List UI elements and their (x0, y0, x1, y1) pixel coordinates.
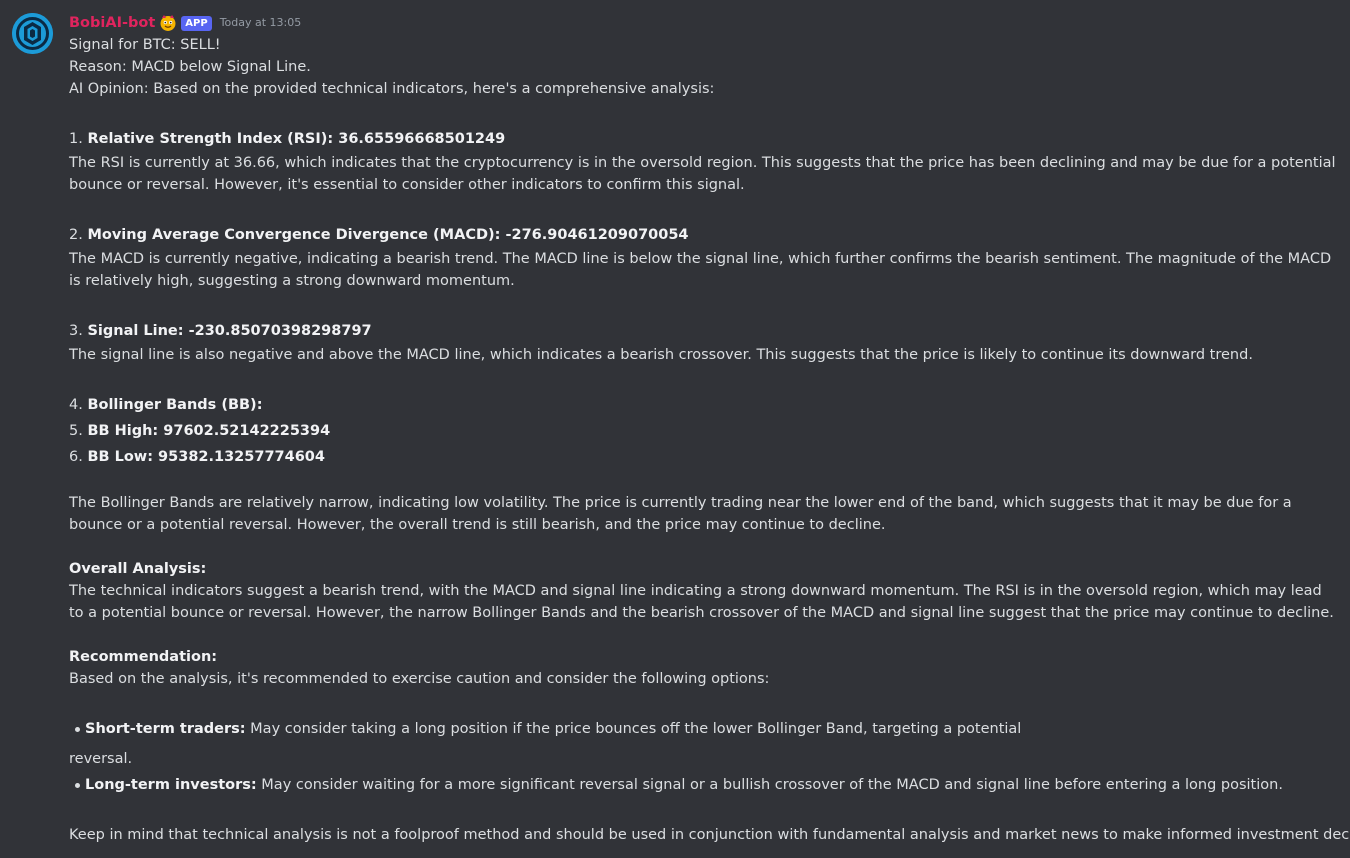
bot-avatar-icon[interactable] (12, 13, 53, 54)
reason-line: Reason: MACD below Signal Line. (69, 59, 311, 75)
signal-title: Signal Line: -230.85070398298797 (87, 323, 372, 339)
macd-heading: 2. Moving Average Convergence Divergence… (69, 222, 1339, 248)
author-name[interactable]: BobiAI-bot (69, 12, 155, 34)
rsi-heading: 1. Relative Strength Index (RSI): 36.655… (69, 126, 1339, 152)
face-emoji-icon (159, 14, 177, 32)
bb-low-line: 6. BB Low: 95382.13257774604 (69, 444, 1339, 470)
signal-heading: 3. Signal Line: -230.85070398298797 (69, 318, 1339, 344)
bb-high-value: BB High: 97602.52142225394 (87, 423, 331, 439)
app-badge: APP (181, 15, 212, 31)
overall-title: Overall Analysis: (69, 558, 1339, 580)
short-term-label: Short-term traders: (85, 721, 246, 737)
bb-low-value: BB Low: 95382.13257774604 (87, 449, 325, 465)
bb-low-number: 6. (69, 449, 88, 465)
overall-body: The technical indicators suggest a beari… (69, 583, 1334, 621)
short-term-continuation: reversal. (69, 751, 133, 767)
signal-line: Signal for BTC: SELL! (69, 37, 221, 53)
rsi-title: Relative Strength Index (RSI): 36.655966… (87, 131, 506, 147)
long-term-text: May consider waiting for a more signific… (256, 777, 1283, 793)
rsi-body: The RSI is currently at 36.66, which ind… (69, 155, 1336, 193)
overall-title-text: Overall Analysis: (69, 561, 207, 577)
macd-body: The MACD is currently negative, indicati… (69, 251, 1332, 289)
message-header: BobiAI-bot APP Today at 13:05 (69, 12, 1339, 34)
list-item-long-term: Long-term investors: May consider waitin… (69, 772, 1339, 798)
recommendation-title: Recommendation: (69, 646, 1339, 668)
bullet-dot-icon (69, 716, 85, 742)
long-term-label: Long-term investors: (85, 777, 257, 793)
bullet-dot-icon (69, 772, 85, 798)
bb-high-line: 5. BB High: 97602.52142225394 (69, 418, 1339, 444)
signal-body: The signal line is also negative and abo… (69, 347, 1253, 363)
bb-heading: 4. Bollinger Bands (BB): (69, 392, 1339, 418)
opinion-line: AI Opinion: Based on the provided techni… (69, 81, 715, 97)
list-item-short-term: Short-term traders: May consider taking … (69, 716, 1339, 742)
message-content: BobiAI-bot APP Today at 13:05 Signal for… (69, 12, 1350, 846)
recommendation-title-text: Recommendation: (69, 649, 218, 665)
rsi-number: 1. (69, 131, 88, 147)
bb-body: The Bollinger Bands are relatively narro… (69, 495, 1292, 533)
macd-number: 2. (69, 227, 88, 243)
signal-number: 3. (69, 323, 88, 339)
short-term-text: May consider taking a long position if t… (245, 721, 1022, 737)
macd-title: Moving Average Convergence Divergence (M… (87, 227, 689, 243)
bb-high-number: 5. (69, 423, 88, 439)
message-timestamp[interactable]: Today at 13:05 (220, 12, 302, 34)
bb-number: 4. (69, 397, 88, 413)
closing-line: Keep in mind that technical analysis is … (69, 827, 1350, 843)
recommendation-intro: Based on the analysis, it's recommended … (69, 671, 770, 687)
bb-title: Bollinger Bands (BB): (87, 397, 263, 413)
